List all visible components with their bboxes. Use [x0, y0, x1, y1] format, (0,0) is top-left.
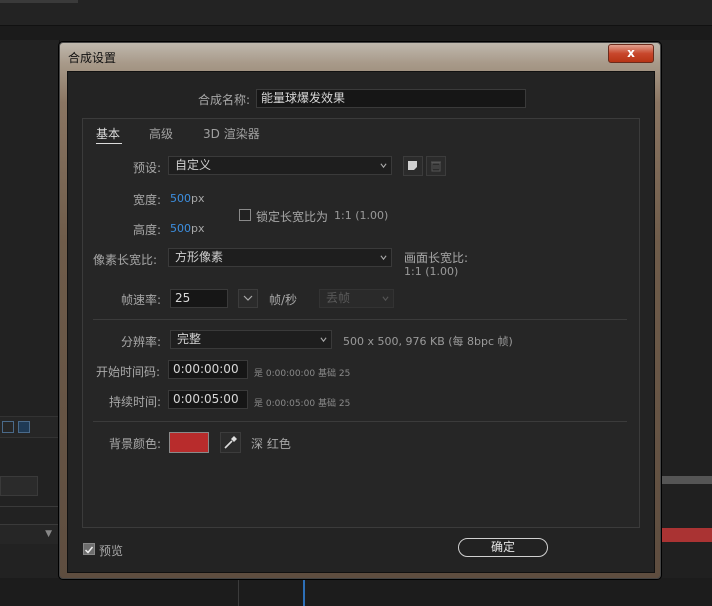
chevron-down-icon	[382, 296, 389, 302]
start-timecode-base: 基础 25	[318, 369, 351, 379]
active-tab-indicator	[96, 143, 122, 144]
dialog-title: 合成设置	[68, 51, 117, 65]
trash-icon	[431, 161, 441, 172]
timeline-playhead[interactable]	[303, 578, 305, 606]
pixel-aspect-dropdown[interactable]: 方形像素	[168, 248, 392, 267]
app-left-panel	[0, 40, 60, 606]
duration-input[interactable]: 0:00:05:00	[168, 390, 248, 409]
duration-info: 是 0:00:05:00	[254, 399, 316, 409]
frame-aspect-label: 画面长宽比:	[404, 251, 469, 265]
app-panel-header	[0, 26, 712, 40]
divider	[93, 421, 627, 422]
resolution-info: 500 x 500, 976 KB (每 8bpc 帧)	[343, 335, 513, 348]
duration-label: 持续时间:	[109, 395, 162, 409]
composition-settings-dialog: 合成设置 x 合成名称: 能量球爆发效果 基本 高级 3D 渲染器 预设: 自定…	[59, 42, 661, 579]
start-timecode-info: 是 0:00:00:00	[254, 369, 316, 379]
drop-frame-dropdown: 丢帧	[319, 289, 394, 308]
background-color-label: 背景颜色:	[109, 437, 162, 451]
pixel-aspect-value: 方形像素	[175, 250, 224, 264]
preset-dropdown[interactable]: 自定义	[168, 156, 392, 175]
start-timecode-input[interactable]: 0:00:00:00	[168, 360, 248, 379]
app-right-layer-bar[interactable]	[660, 528, 712, 542]
app-top-bar	[0, 0, 712, 26]
chevron-down-icon	[380, 163, 387, 169]
frame-rate-label: 帧速率:	[121, 293, 162, 307]
lock-aspect-checkbox[interactable]	[239, 209, 251, 221]
frame-rate-dropdown-button[interactable]	[238, 289, 258, 308]
height-label: 高度:	[133, 223, 162, 237]
save-preset-button[interactable]	[403, 156, 423, 176]
delete-preset-button[interactable]	[426, 156, 446, 176]
app-divider	[0, 506, 60, 507]
comp-name-label: 合成名称:	[198, 93, 251, 107]
save-preset-icon	[408, 161, 417, 170]
tool-icon[interactable]	[18, 421, 30, 433]
checkmark-icon	[84, 546, 94, 554]
app-left-toolbar	[0, 416, 60, 438]
tab-3d-renderer[interactable]: 3D 渲染器	[203, 125, 260, 142]
start-timecode-label: 开始时间码:	[96, 365, 161, 379]
preview-label: 预览	[99, 544, 124, 558]
app-left-dropdown[interactable]: ▼	[0, 524, 58, 544]
chevron-down-icon: ▼	[45, 529, 52, 539]
dialog-titlebar[interactable]: 合成设置 x	[60, 43, 660, 69]
height-unit: px	[191, 222, 205, 235]
divider	[93, 319, 627, 320]
settings-panel: 基本 高级 3D 渲染器 预设: 自定义 宽度: 500 px 高度: 500 …	[82, 118, 640, 528]
tool-icon[interactable]	[2, 421, 14, 433]
eyedropper-icon	[224, 436, 237, 449]
close-button[interactable]: x	[608, 44, 654, 63]
height-value[interactable]: 500	[170, 222, 191, 235]
preview-checkbox[interactable]	[83, 543, 95, 555]
frame-rate-unit: 帧/秒	[269, 293, 298, 307]
eyedropper-button[interactable]	[220, 432, 241, 453]
background-color-name: 深 红色	[251, 437, 291, 451]
lock-aspect-label: 锁定长宽比为	[256, 210, 329, 224]
tab-advanced[interactable]: 高级	[149, 125, 173, 142]
ok-button[interactable]: 确定	[458, 538, 548, 557]
app-timeline	[0, 578, 712, 606]
width-value[interactable]: 500	[170, 192, 191, 205]
drop-frame-value: 丢帧	[326, 291, 351, 305]
dialog-client-area: 合成名称: 能量球爆发效果 基本 高级 3D 渲染器 预设: 自定义 宽度: 5…	[67, 71, 655, 573]
chevron-down-icon	[320, 337, 327, 343]
tab-basic[interactable]: 基本	[96, 125, 120, 142]
resolution-value: 完整	[177, 332, 202, 346]
app-right-panel	[660, 40, 712, 606]
preset-label: 预设:	[133, 161, 162, 175]
duration-base: 基础 25	[318, 399, 351, 409]
preset-value: 自定义	[175, 158, 212, 172]
lock-aspect-ratio: 1:1 (1.00)	[334, 209, 389, 222]
resolution-dropdown[interactable]: 完整	[170, 330, 332, 349]
chevron-down-icon	[243, 295, 253, 301]
width-label: 宽度:	[133, 193, 162, 207]
background-color-swatch[interactable]	[169, 432, 209, 453]
resolution-label: 分辨率:	[121, 335, 162, 349]
chevron-down-icon	[380, 255, 387, 261]
top-bar-segment	[0, 0, 78, 3]
pixel-aspect-label: 像素长宽比:	[93, 253, 158, 267]
app-right-track	[660, 476, 712, 484]
frame-rate-input[interactable]: 25	[170, 289, 228, 308]
frame-aspect-value: 1:1 (1.00)	[404, 265, 459, 278]
comp-name-input[interactable]: 能量球爆发效果	[256, 89, 526, 108]
timeline-divider	[238, 578, 239, 606]
width-unit: px	[191, 192, 205, 205]
close-icon: x	[627, 46, 635, 60]
app-left-field[interactable]	[0, 476, 38, 496]
